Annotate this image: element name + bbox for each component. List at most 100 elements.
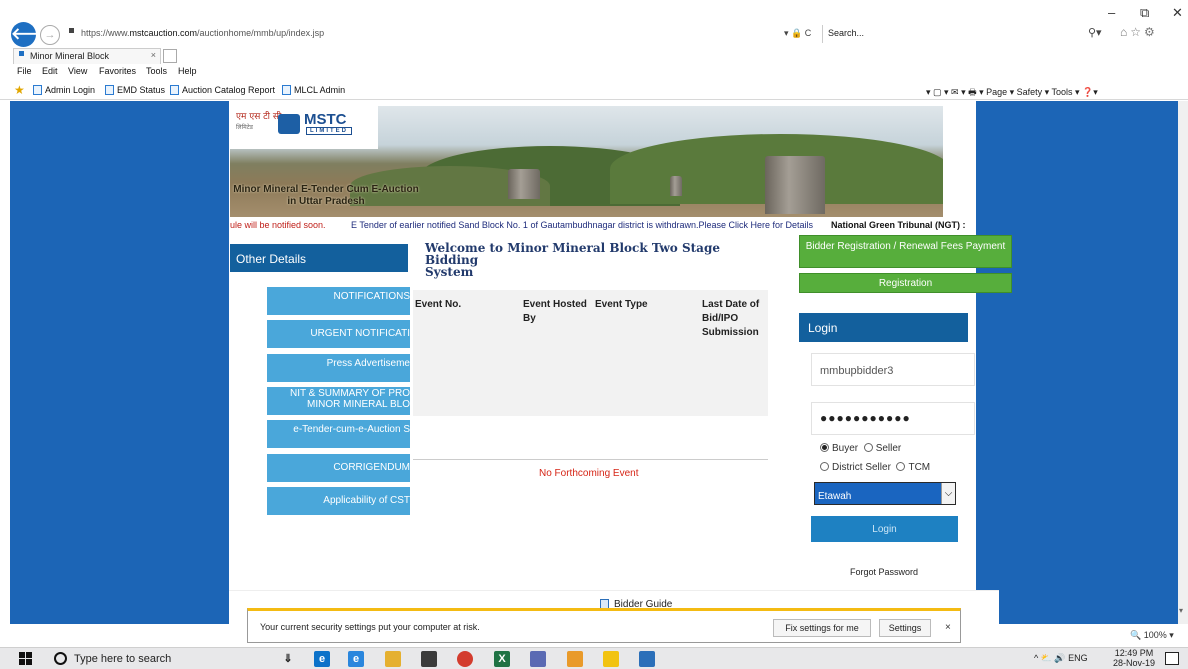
district-select[interactable]: Etawah ⌵: [814, 482, 956, 505]
header-banner: एम एस टी सी लिमिटेड MSTC LIMITED Minor Mi…: [230, 106, 943, 217]
vertical-scrollbar[interactable]: ▾: [1178, 101, 1188, 624]
mstc-emblem-icon: [278, 114, 300, 134]
news-marquee[interactable]: ule will be notified soon. E Tender of e…: [230, 219, 976, 233]
table-divider: [413, 459, 768, 460]
store-icon[interactable]: [421, 651, 437, 667]
taskbar-search-input[interactable]: Type here to search: [52, 649, 267, 669]
notification-message: Your current security settings put your …: [260, 622, 480, 632]
menu-applicability-of-cst[interactable]: Applicability of CST: [267, 487, 410, 515]
zoom-level[interactable]: 🔍 100% ▾: [1130, 630, 1174, 641]
menu-favorites[interactable]: Favorites: [99, 66, 136, 76]
app-icon[interactable]: [530, 651, 546, 667]
bidder-registration-fees-button[interactable]: Bidder Registration / Renewal Fees Payme…: [799, 235, 1012, 268]
internet-explorer-icon[interactable]: e: [348, 651, 364, 667]
menu-e-tender-cum-e-auction[interactable]: e-Tender-cum-e-Auction S: [267, 420, 410, 448]
usb-icon[interactable]: ⇓: [280, 651, 296, 667]
radio-buyer[interactable]: [820, 443, 829, 452]
role-row-2: District Seller TCM: [820, 462, 930, 473]
close-window-button[interactable]: ✕: [1172, 5, 1183, 21]
fav-auction-catalog-report[interactable]: Auction Catalog Report: [170, 85, 275, 95]
menu-notifications[interactable]: NOTIFICATIONS: [267, 287, 410, 315]
col-event-hosted-by: Event Hosted By: [523, 299, 587, 324]
radio-district-seller[interactable]: [820, 462, 829, 471]
fav-mlcl-admin[interactable]: MLCL Admin: [282, 85, 345, 95]
username-input[interactable]: mmbupbidder3: [811, 353, 975, 386]
marquee-item[interactable]: ule will be notified soon.: [230, 220, 326, 230]
address-tools[interactable]: ▾ 🔒 C: [784, 28, 811, 39]
page-viewport: एम एस टी सी लिमिटेड MSTC LIMITED Minor Mi…: [10, 101, 1178, 624]
excel-icon[interactable]: X: [494, 651, 510, 667]
radio-seller[interactable]: [863, 443, 873, 452]
page-icon: [170, 85, 179, 95]
app-icon[interactable]: [639, 651, 655, 667]
menu-bar: File Edit View Favorites Tools Help: [0, 66, 1188, 81]
tab-minor-mineral-block[interactable]: Minor Mineral Block ×: [13, 48, 161, 64]
scroll-down-icon[interactable]: ▾: [1179, 606, 1183, 615]
page-icon: [105, 85, 114, 95]
col-event-type: Event Type: [595, 299, 648, 310]
forgot-password-link[interactable]: Forgot Password: [850, 567, 918, 577]
start-button[interactable]: [19, 652, 33, 666]
settings-button[interactable]: Settings: [879, 619, 931, 637]
marquee-item[interactable]: National Green Tribunal (NGT) :: [831, 220, 966, 230]
tab-close-icon[interactable]: ×: [151, 50, 156, 60]
tab-favicon-icon: [19, 51, 24, 56]
browser-chrome: 🡐 → https://www.mstcauction.com/auctionh…: [0, 0, 1188, 48]
command-bar[interactable]: ▾ ▢ ▾ ✉ ▾ 🖶 ▾ Page ▾ Safety ▾ Tools ▾ ❓▾: [926, 85, 1098, 101]
back-button[interactable]: 🡐: [11, 22, 54, 47]
menu-urgent-notifications[interactable]: URGENT NOTIFICATI: [267, 320, 410, 348]
sticky-notes-icon[interactable]: [603, 651, 619, 667]
menu-edit[interactable]: Edit: [42, 66, 58, 76]
radio-tcm[interactable]: [896, 462, 906, 471]
welcome-heading: Welcome to Minor Mineral Block Two Stage…: [425, 241, 720, 279]
menu-view[interactable]: View: [68, 66, 87, 76]
other-details-header: Other Details: [230, 244, 408, 272]
logo-name: MSTC: [304, 111, 347, 128]
menu-corrigendum[interactable]: CORRIGENDUM: [267, 454, 410, 482]
menu-nit-summary[interactable]: NIT & SUMMARY OF PRO MINOR MINERAL BLO: [267, 387, 410, 415]
address-bar[interactable]: https://www.mstcauction.com/auctionhome/…: [66, 27, 816, 43]
fav-emd-status[interactable]: EMD Status: [105, 85, 165, 95]
chevron-down-icon[interactable]: ⌵: [941, 483, 955, 504]
system-tray[interactable]: ^ ⛅ 🔊 ENG: [1034, 653, 1088, 664]
close-icon[interactable]: ×: [945, 622, 951, 633]
menu-file[interactable]: File: [17, 66, 32, 76]
search-icon[interactable]: ⚲▾: [1088, 26, 1102, 39]
site-icon: [69, 28, 74, 33]
page-icon: [282, 85, 291, 95]
menu-help[interactable]: Help: [178, 66, 197, 76]
windows-taskbar: Type here to search ⇓ e e X ^ ⛅ 🔊 ENG 12…: [0, 647, 1188, 669]
marquee-item[interactable]: E Tender of earlier notified Sand Block …: [351, 220, 813, 230]
fix-settings-button[interactable]: Fix settings for me: [773, 619, 871, 637]
clock[interactable]: 12:49 PM 28-Nov-19: [1113, 648, 1155, 668]
minimize-button[interactable]: –: [1108, 5, 1115, 20]
events-table: Event No. Event Hosted By Event Type Las…: [413, 290, 768, 416]
edge-icon[interactable]: e: [314, 651, 330, 667]
banner-title: Minor Mineral E-Tender Cum E-Auction in U…: [233, 184, 419, 207]
favorites-star-icon[interactable]: ★: [14, 83, 25, 97]
file-explorer-icon[interactable]: [385, 651, 401, 667]
no-event-message: No Forthcoming Event: [539, 468, 639, 479]
mstc-logo[interactable]: एम एस टी सी लिमिटेड MSTC LIMITED: [230, 106, 378, 149]
browser-search-input[interactable]: Search...: [822, 25, 1082, 43]
action-center-icon[interactable]: [1165, 652, 1179, 665]
password-input[interactable]: ●●●●●●●●●●●: [811, 402, 975, 435]
new-tab-button[interactable]: [163, 49, 177, 63]
fav-admin-login[interactable]: Admin Login: [33, 85, 95, 95]
app-icon[interactable]: [567, 651, 583, 667]
page-content: एम एस टी सी लिमिटेड MSTC LIMITED Minor Mi…: [229, 101, 1012, 624]
registration-button[interactable]: Registration: [799, 273, 1012, 293]
menu-tools[interactable]: Tools: [146, 66, 167, 76]
menu-press-advertisement[interactable]: Press Advertiseme: [267, 354, 410, 382]
logo-sub: LIMITED: [306, 127, 352, 135]
cortana-icon: [54, 652, 67, 665]
page-icon: [33, 85, 42, 95]
tab-title: Minor Mineral Block: [30, 51, 110, 61]
forward-button[interactable]: →: [40, 25, 60, 45]
login-header: Login: [799, 313, 968, 342]
login-button[interactable]: Login: [811, 516, 958, 542]
home-star-gear-icons[interactable]: ⌂☆⚙: [1120, 25, 1158, 39]
maximize-button[interactable]: ⧉: [1140, 5, 1149, 21]
role-row-1: Buyer Seller: [820, 443, 901, 454]
chrome-icon[interactable]: [457, 651, 473, 667]
